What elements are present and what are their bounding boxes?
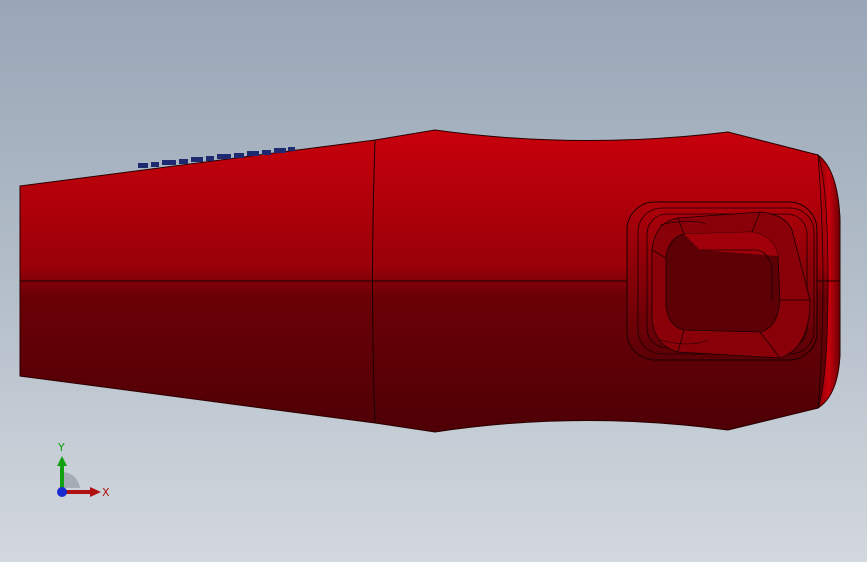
triad-y-label: Y	[58, 441, 65, 454]
3d-model-view[interactable]	[0, 0, 867, 562]
view-triad[interactable]: Y X	[48, 440, 118, 510]
graphics-viewport[interactable]: Y X	[0, 0, 867, 562]
triad-x-label: X	[102, 486, 110, 499]
